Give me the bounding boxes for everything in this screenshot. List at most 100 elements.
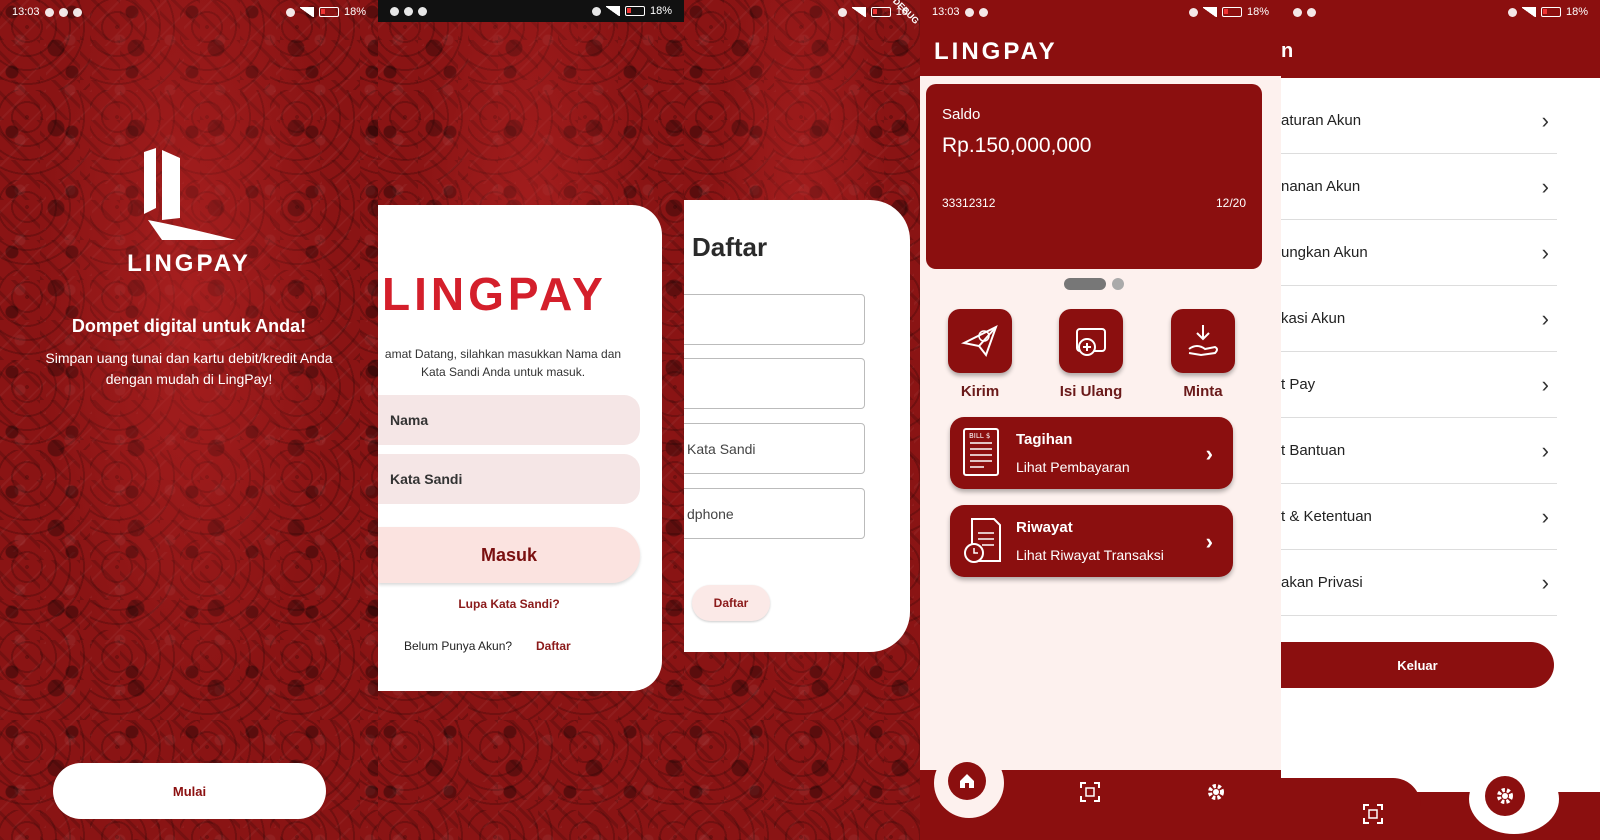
- card-expiry: 12/20: [1215, 196, 1246, 210]
- login-logo: LINGPAY: [382, 268, 607, 320]
- register-link[interactable]: Daftar: [536, 639, 571, 653]
- notification-icon: [44, 7, 54, 17]
- status-time: 13:03: [12, 6, 40, 18]
- settings-item-label: t & Ketentuan: [1281, 508, 1372, 525]
- forgot-password-link[interactable]: Lupa Kata Sandi?: [378, 597, 640, 611]
- page-title: n: [1281, 40, 1294, 62]
- balance-label: Saldo: [942, 106, 981, 123]
- battery-level: 18%: [343, 6, 366, 18]
- password-field[interactable]: Kata Sandi: [684, 423, 865, 474]
- login-button[interactable]: Masuk: [378, 527, 640, 583]
- send-action[interactable]: Kirim: [948, 309, 1012, 400]
- send-money-icon: [948, 309, 1012, 373]
- notification-icon: [390, 6, 399, 16]
- password-input[interactable]: Kata Sandi: [378, 454, 640, 504]
- chevron-right-icon: ›: [1541, 438, 1549, 463]
- battery-level: 18%: [649, 5, 672, 17]
- signal-icon: [605, 6, 620, 16]
- action-label: Minta: [1183, 383, 1223, 400]
- status-bar: 13:03 18%: [0, 0, 378, 24]
- top-up-icon: [1059, 309, 1123, 373]
- nav-curve: [1281, 778, 1421, 806]
- register-field-1[interactable]: [684, 294, 865, 345]
- welcome-text: amat Datang, silahkan masukkan Nama dan …: [384, 347, 622, 379]
- settings-item-label: ungkan Akun: [1281, 244, 1368, 261]
- battery-icon: [318, 7, 339, 17]
- notification-icon: [1307, 7, 1316, 17]
- settings-item-label: akan Privasi: [1281, 574, 1363, 591]
- settings-item[interactable]: aturan Akun ›: [1281, 88, 1557, 154]
- action-label: Kirim: [960, 383, 1000, 400]
- start-button[interactable]: Mulai: [53, 763, 326, 819]
- settings-item[interactable]: t & Ketentuan ›: [1281, 484, 1557, 550]
- chevron-right-icon: ›: [1541, 306, 1549, 331]
- chevron-right-icon: ›: [1541, 108, 1549, 133]
- signal-icon: [299, 7, 314, 17]
- home-screen: 13:03 18% LINGPAY Saldo Rp.150,000,000 3…: [920, 0, 1281, 840]
- header-logo: LINGPAY: [934, 38, 1058, 65]
- settings-screen: 18% n aturan Akun › nanan Akun › ungkan Ak…: [1281, 0, 1600, 840]
- settings-item-label: kasi Akun: [1281, 310, 1346, 327]
- settings-item-label: aturan Akun: [1281, 112, 1362, 129]
- settings-item-label: t Pay: [1281, 376, 1316, 393]
- settings-item[interactable]: nanan Akun ›: [1281, 154, 1557, 220]
- settings-item-label: t Bantuan: [1281, 442, 1346, 459]
- settings-item[interactable]: kasi Akun ›: [1281, 286, 1557, 352]
- chevron-right-icon: ›: [1541, 504, 1549, 529]
- menu-subtitle: Lihat Pembayaran: [1016, 459, 1130, 475]
- settings-item-label: nanan Akun: [1281, 178, 1361, 195]
- carousel-indicator: [1064, 278, 1124, 290]
- chevron-right-icon: ›: [1205, 441, 1213, 466]
- alarm-icon: [837, 7, 847, 17]
- menu-title: Riwayat: [1016, 519, 1073, 536]
- status-time: 13:03: [932, 6, 960, 18]
- tagline: Dompet digital untuk Anda!: [71, 316, 307, 336]
- top-up-action[interactable]: Isi Ulang: [1059, 309, 1123, 400]
- settings-item[interactable]: t Bantuan ›: [1281, 418, 1557, 484]
- gear-icon[interactable]: [1485, 776, 1525, 816]
- home-icon[interactable]: [948, 762, 986, 800]
- chevron-right-icon: ›: [1205, 529, 1213, 554]
- qr-scan-icon[interactable]: [1080, 782, 1100, 807]
- status-bar: 13:03 18%: [920, 0, 1281, 24]
- logout-button[interactable]: Keluar: [1281, 642, 1554, 688]
- balance-card[interactable]: Saldo Rp.150,000,000 33312312 12/20: [926, 84, 1262, 269]
- carousel-dot-active[interactable]: [1064, 278, 1106, 290]
- notification-icon: [978, 7, 988, 17]
- account-number: 33312312: [942, 196, 996, 210]
- lingpay-logo-icon: [144, 148, 236, 240]
- gear-icon[interactable]: [1206, 782, 1226, 807]
- battery-icon: [1540, 7, 1561, 17]
- balance-value: Rp.150,000,000: [942, 134, 1092, 157]
- no-account-text: Belum Punya Akun?: [404, 639, 513, 653]
- notification-icon: [1293, 7, 1302, 17]
- svg-text:BILL $: BILL $: [969, 432, 990, 440]
- battery-icon: [1221, 7, 1242, 17]
- request-action[interactable]: Minta: [1171, 309, 1235, 400]
- register-field-2[interactable]: [684, 358, 865, 409]
- bill-menu-card[interactable]: BILL $ Tagihan Lihat Pembayaran ›: [950, 417, 1233, 489]
- notification-icon: [404, 6, 413, 16]
- signal-icon: [1521, 7, 1536, 17]
- signal-icon: [851, 7, 866, 17]
- status-bar: 18: [684, 0, 920, 24]
- history-icon: [964, 518, 1001, 563]
- welcome-screen: 13:03 18% LINGPAY Dompet digital untuk A…: [0, 0, 378, 840]
- history-menu-card[interactable]: Riwayat Lihat Riwayat Transaksi ›: [950, 505, 1233, 577]
- carousel-dot[interactable]: [1112, 278, 1124, 290]
- register-title: Daftar: [692, 232, 768, 262]
- settings-item[interactable]: akan Privasi ›: [1281, 550, 1557, 616]
- register-button[interactable]: Daftar: [692, 585, 770, 621]
- bottom-nav: [920, 748, 1281, 840]
- settings-item[interactable]: t Pay ›: [1281, 352, 1557, 418]
- chevron-right-icon: ›: [1541, 372, 1549, 397]
- header: 18% n: [1281, 0, 1600, 78]
- battery-level: 18%: [1565, 6, 1588, 18]
- qr-scan-icon[interactable]: [1363, 804, 1383, 829]
- name-input[interactable]: Nama: [378, 395, 640, 445]
- notification-icon: [72, 7, 82, 17]
- battery-icon: [624, 6, 645, 16]
- brand-name: LINGPAY: [127, 250, 251, 277]
- phone-field[interactable]: dphone: [684, 488, 865, 539]
- settings-item[interactable]: ungkan Akun ›: [1281, 220, 1557, 286]
